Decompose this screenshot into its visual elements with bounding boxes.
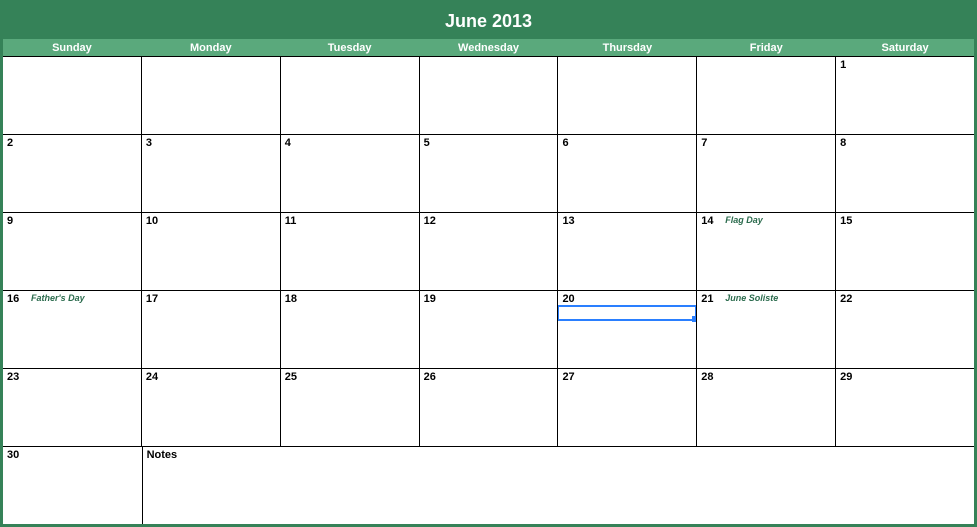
day-cell[interactable]: 16 Father's Day — [3, 291, 142, 368]
day-number: 24 — [146, 371, 158, 383]
week-row: 30 Notes — [3, 447, 974, 524]
day-event: June Soliste — [725, 293, 778, 303]
weekday-header-sunday: Sunday — [3, 39, 142, 56]
weekday-header-row: Sunday Monday Tuesday Wednesday Thursday… — [3, 39, 974, 57]
day-cell[interactable] — [281, 57, 420, 134]
day-number: 5 — [424, 137, 430, 149]
day-cell[interactable]: 17 — [142, 291, 281, 368]
day-cell[interactable] — [3, 57, 142, 134]
weekday-header-monday: Monday — [142, 39, 281, 56]
weekday-header-wednesday: Wednesday — [420, 39, 559, 56]
calendar-title: June 2013 — [3, 3, 974, 39]
week-row: 16 Father's Day 17 18 19 20 21 June Solist… — [3, 291, 974, 369]
day-cell[interactable]: 19 — [420, 291, 559, 368]
day-number: 14 — [701, 215, 713, 227]
day-event: Flag Day — [725, 215, 763, 225]
day-cell[interactable]: 3 — [142, 135, 281, 212]
day-cell[interactable]: 28 — [697, 369, 836, 446]
day-number: 15 — [840, 215, 852, 227]
day-number: 30 — [7, 449, 19, 461]
day-cell[interactable]: 18 — [281, 291, 420, 368]
week-row: 2 3 4 5 6 7 8 — [3, 135, 974, 213]
day-cell[interactable]: 29 — [836, 369, 974, 446]
day-number: 16 — [7, 293, 19, 305]
day-cell[interactable]: 30 — [3, 447, 143, 524]
day-number: 29 — [840, 371, 852, 383]
day-number: 7 — [701, 137, 707, 149]
day-number: 2 — [7, 137, 13, 149]
day-number: 20 — [562, 293, 574, 305]
day-number: 18 — [285, 293, 297, 305]
day-cell[interactable] — [558, 57, 697, 134]
day-number: 3 — [146, 137, 152, 149]
weekday-header-tuesday: Tuesday — [281, 39, 420, 56]
day-number: 22 — [840, 293, 852, 305]
day-cell[interactable]: 25 — [281, 369, 420, 446]
calendar: June 2013 Sunday Monday Tuesday Wednesda… — [0, 0, 977, 527]
day-number: 23 — [7, 371, 19, 383]
day-cell[interactable]: 23 — [3, 369, 142, 446]
day-number: 26 — [424, 371, 436, 383]
day-number: 11 — [285, 215, 297, 227]
day-number: 8 — [840, 137, 846, 149]
week-row: 1 — [3, 57, 974, 135]
day-number: 6 — [562, 137, 568, 149]
day-number: 28 — [701, 371, 713, 383]
day-cell[interactable]: 20 — [558, 291, 697, 368]
day-cell[interactable]: 24 — [142, 369, 281, 446]
day-cell[interactable]: 9 — [3, 213, 142, 290]
day-number: 9 — [7, 215, 13, 227]
day-cell[interactable]: 11 — [281, 213, 420, 290]
notes-cell[interactable]: Notes — [143, 447, 974, 524]
day-number: 17 — [146, 293, 158, 305]
day-cell[interactable]: 4 — [281, 135, 420, 212]
day-cell[interactable]: 2 — [3, 135, 142, 212]
day-number: 12 — [424, 215, 436, 227]
day-cell[interactable]: 5 — [420, 135, 559, 212]
day-number: 21 — [701, 293, 713, 305]
day-cell[interactable]: 22 — [836, 291, 974, 368]
day-event: Father's Day — [31, 293, 85, 303]
day-cell[interactable] — [420, 57, 559, 134]
day-cell[interactable]: 8 — [836, 135, 974, 212]
day-number: 19 — [424, 293, 436, 305]
day-cell[interactable]: 26 — [420, 369, 559, 446]
day-cell[interactable]: 13 — [558, 213, 697, 290]
day-cell[interactable] — [697, 57, 836, 134]
calendar-grid: 1 2 3 4 5 6 7 8 9 10 11 12 13 14 Flag Day… — [3, 57, 974, 524]
day-cell[interactable]: 14 Flag Day — [697, 213, 836, 290]
day-cell[interactable]: 6 — [558, 135, 697, 212]
weekday-header-thursday: Thursday — [558, 39, 697, 56]
day-cell[interactable]: 21 June Soliste — [697, 291, 836, 368]
day-cell[interactable]: 1 — [836, 57, 974, 134]
day-number: 1 — [840, 59, 846, 71]
day-cell[interactable]: 7 — [697, 135, 836, 212]
week-row: 23 24 25 26 27 28 29 — [3, 369, 974, 447]
weekday-header-friday: Friday — [697, 39, 836, 56]
day-cell[interactable] — [142, 57, 281, 134]
week-row: 9 10 11 12 13 14 Flag Day 15 — [3, 213, 974, 291]
day-cell[interactable]: 12 — [420, 213, 559, 290]
day-cell[interactable]: 27 — [558, 369, 697, 446]
day-number: 27 — [562, 371, 574, 383]
day-number: 10 — [146, 215, 158, 227]
weekday-header-saturday: Saturday — [836, 39, 974, 56]
day-cell[interactable]: 15 — [836, 213, 974, 290]
day-number: 13 — [562, 215, 574, 227]
notes-label: Notes — [147, 449, 178, 461]
day-number: 25 — [285, 371, 297, 383]
cell-selection[interactable] — [558, 305, 697, 321]
day-cell[interactable]: 10 — [142, 213, 281, 290]
day-number: 4 — [285, 137, 291, 149]
